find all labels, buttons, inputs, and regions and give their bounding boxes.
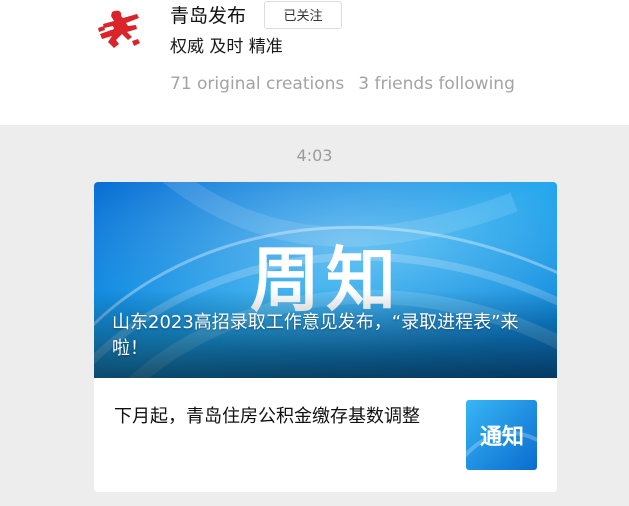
article-list-item[interactable]: 下月起，青岛住房公积金缴存基数调整 通知 [94,378,557,492]
thumb-text: 通知 [480,424,524,450]
message-time: 4:03 [296,146,333,165]
article-card: 周知 山东2023高招录取工作意见发布，“录取进程表”来啦！ 下月起，青岛住房公… [94,182,557,492]
article-title[interactable]: 下月起，青岛住房公积金缴存基数调整 [114,404,464,430]
account-slogan: 权威 及时 精准 [170,37,283,57]
friends-following-link[interactable]: 3 friends following [358,74,515,94]
article-thumbnail[interactable]: 通知 [466,400,537,470]
account-name: 青岛发布 [170,5,247,27]
original-creations-link[interactable]: 71 original creations [170,74,344,94]
article-cover[interactable]: 周知 山东2023高招录取工作意见发布，“录取进程表”来啦！ [94,182,557,378]
following-button[interactable]: 已关注 [264,1,342,29]
account-stats: 71 original creations 3 friends following [170,73,515,95]
qingdao-logo-icon[interactable] [92,6,146,52]
account-profile-header: 青岛发布 已关注 权威 及时 精准 71 original creations 3… [0,0,629,125]
lead-article-title[interactable]: 山东2023高招录取工作意见发布，“录取进程表”来啦！ [112,310,542,362]
